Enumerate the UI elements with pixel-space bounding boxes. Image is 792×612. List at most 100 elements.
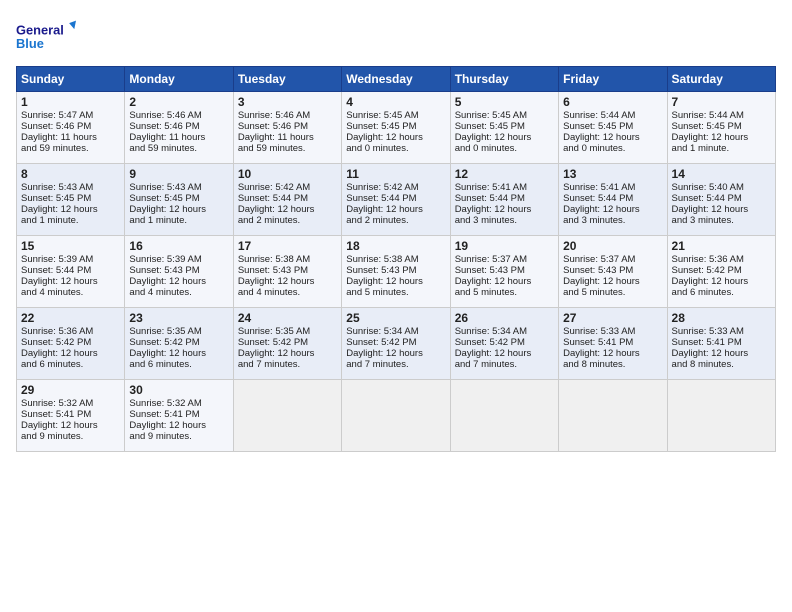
day-info-line: and 0 minutes. — [455, 143, 554, 154]
day-number: 25 — [346, 311, 445, 325]
day-info-line: Sunset: 5:45 PM — [672, 121, 771, 132]
day-info-line: Daylight: 12 hours — [455, 132, 554, 143]
day-info-line: Daylight: 11 hours — [21, 132, 120, 143]
day-info-line: Daylight: 12 hours — [346, 348, 445, 359]
day-info-line: Sunrise: 5:45 AM — [455, 110, 554, 121]
day-info-line: Sunset: 5:42 PM — [672, 265, 771, 276]
day-number: 9 — [129, 167, 228, 181]
day-info-line: and 2 minutes. — [346, 215, 445, 226]
day-number: 11 — [346, 167, 445, 181]
day-cell: 10Sunrise: 5:42 AMSunset: 5:44 PMDayligh… — [233, 164, 341, 236]
day-info-line: Sunset: 5:41 PM — [129, 409, 228, 420]
day-cell: 17Sunrise: 5:38 AMSunset: 5:43 PMDayligh… — [233, 236, 341, 308]
calendar-table: SundayMondayTuesdayWednesdayThursdayFrid… — [16, 66, 776, 452]
day-cell: 1Sunrise: 5:47 AMSunset: 5:46 PMDaylight… — [17, 92, 125, 164]
day-info-line: Daylight: 12 hours — [238, 204, 337, 215]
day-info-line: Sunset: 5:43 PM — [563, 265, 662, 276]
day-number: 17 — [238, 239, 337, 253]
week-row-3: 15Sunrise: 5:39 AMSunset: 5:44 PMDayligh… — [17, 236, 776, 308]
day-cell: 4Sunrise: 5:45 AMSunset: 5:45 PMDaylight… — [342, 92, 450, 164]
day-info-line: and 6 minutes. — [21, 359, 120, 370]
svg-text:General: General — [16, 22, 64, 37]
day-cell: 29Sunrise: 5:32 AMSunset: 5:41 PMDayligh… — [17, 380, 125, 452]
dow-monday: Monday — [125, 67, 233, 92]
calendar-body: 1Sunrise: 5:47 AMSunset: 5:46 PMDaylight… — [17, 92, 776, 452]
day-info-line: and 4 minutes. — [21, 287, 120, 298]
dow-sunday: Sunday — [17, 67, 125, 92]
day-info-line: Sunset: 5:42 PM — [129, 337, 228, 348]
day-cell: 12Sunrise: 5:41 AMSunset: 5:44 PMDayligh… — [450, 164, 558, 236]
day-info-line: Sunset: 5:44 PM — [238, 193, 337, 204]
day-info-line: Daylight: 12 hours — [129, 276, 228, 287]
day-info-line: Sunset: 5:45 PM — [21, 193, 120, 204]
day-info-line: and 59 minutes. — [238, 143, 337, 154]
day-info-line: Daylight: 12 hours — [672, 276, 771, 287]
day-info-line: and 9 minutes. — [21, 431, 120, 442]
day-cell: 8Sunrise: 5:43 AMSunset: 5:45 PMDaylight… — [17, 164, 125, 236]
day-info-line: Daylight: 12 hours — [129, 420, 228, 431]
day-number: 5 — [455, 95, 554, 109]
day-cell: 15Sunrise: 5:39 AMSunset: 5:44 PMDayligh… — [17, 236, 125, 308]
day-cell: 24Sunrise: 5:35 AMSunset: 5:42 PMDayligh… — [233, 308, 341, 380]
dow-saturday: Saturday — [667, 67, 775, 92]
day-info-line: and 4 minutes. — [129, 287, 228, 298]
day-info-line: and 3 minutes. — [672, 215, 771, 226]
day-info-line: Sunrise: 5:38 AM — [238, 254, 337, 265]
day-info-line: and 2 minutes. — [238, 215, 337, 226]
day-info-line: and 5 minutes. — [455, 287, 554, 298]
day-number: 27 — [563, 311, 662, 325]
day-number: 12 — [455, 167, 554, 181]
day-info-line: and 3 minutes. — [563, 215, 662, 226]
page-header: General Blue — [16, 16, 776, 56]
day-info-line: Daylight: 12 hours — [455, 276, 554, 287]
day-info-line: Daylight: 11 hours — [238, 132, 337, 143]
day-cell: 6Sunrise: 5:44 AMSunset: 5:45 PMDaylight… — [559, 92, 667, 164]
day-info-line: and 6 minutes. — [129, 359, 228, 370]
day-info-line: Sunset: 5:41 PM — [21, 409, 120, 420]
day-info-line: and 59 minutes. — [129, 143, 228, 154]
day-number: 23 — [129, 311, 228, 325]
day-info-line: Daylight: 12 hours — [238, 276, 337, 287]
day-info-line: Sunrise: 5:42 AM — [238, 182, 337, 193]
day-info-line: Sunrise: 5:43 AM — [129, 182, 228, 193]
day-info-line: Sunset: 5:46 PM — [238, 121, 337, 132]
day-cell — [667, 380, 775, 452]
day-info-line: Daylight: 12 hours — [563, 132, 662, 143]
day-info-line: Daylight: 12 hours — [672, 348, 771, 359]
logo: General Blue — [16, 16, 76, 56]
day-info-line: Sunrise: 5:34 AM — [346, 326, 445, 337]
day-info-line: Sunrise: 5:37 AM — [563, 254, 662, 265]
day-number: 3 — [238, 95, 337, 109]
day-info-line: Daylight: 12 hours — [455, 348, 554, 359]
day-cell: 22Sunrise: 5:36 AMSunset: 5:42 PMDayligh… — [17, 308, 125, 380]
day-number: 13 — [563, 167, 662, 181]
day-info-line: Sunrise: 5:42 AM — [346, 182, 445, 193]
day-info-line: Sunrise: 5:44 AM — [563, 110, 662, 121]
week-row-1: 1Sunrise: 5:47 AMSunset: 5:46 PMDaylight… — [17, 92, 776, 164]
day-info-line: Sunrise: 5:40 AM — [672, 182, 771, 193]
day-info-line: and 1 minute. — [21, 215, 120, 226]
day-cell: 16Sunrise: 5:39 AMSunset: 5:43 PMDayligh… — [125, 236, 233, 308]
day-cell: 25Sunrise: 5:34 AMSunset: 5:42 PMDayligh… — [342, 308, 450, 380]
day-info-line: and 1 minute. — [672, 143, 771, 154]
day-info-line: Sunrise: 5:35 AM — [238, 326, 337, 337]
day-info-line: Sunset: 5:43 PM — [129, 265, 228, 276]
day-info-line: Sunset: 5:44 PM — [455, 193, 554, 204]
day-info-line: Sunrise: 5:45 AM — [346, 110, 445, 121]
day-number: 15 — [21, 239, 120, 253]
day-info-line: and 59 minutes. — [21, 143, 120, 154]
day-info-line: Sunrise: 5:39 AM — [21, 254, 120, 265]
day-info-line: Sunset: 5:41 PM — [672, 337, 771, 348]
day-info-line: Daylight: 12 hours — [21, 276, 120, 287]
day-info-line: Sunrise: 5:33 AM — [672, 326, 771, 337]
day-info-line: and 5 minutes. — [563, 287, 662, 298]
dow-thursday: Thursday — [450, 67, 558, 92]
day-number: 28 — [672, 311, 771, 325]
day-info-line: Sunrise: 5:39 AM — [129, 254, 228, 265]
day-info-line: Sunset: 5:44 PM — [346, 193, 445, 204]
logo-svg: General Blue — [16, 16, 76, 56]
day-number: 30 — [129, 383, 228, 397]
day-number: 16 — [129, 239, 228, 253]
day-cell: 27Sunrise: 5:33 AMSunset: 5:41 PMDayligh… — [559, 308, 667, 380]
day-info-line: Sunrise: 5:33 AM — [563, 326, 662, 337]
